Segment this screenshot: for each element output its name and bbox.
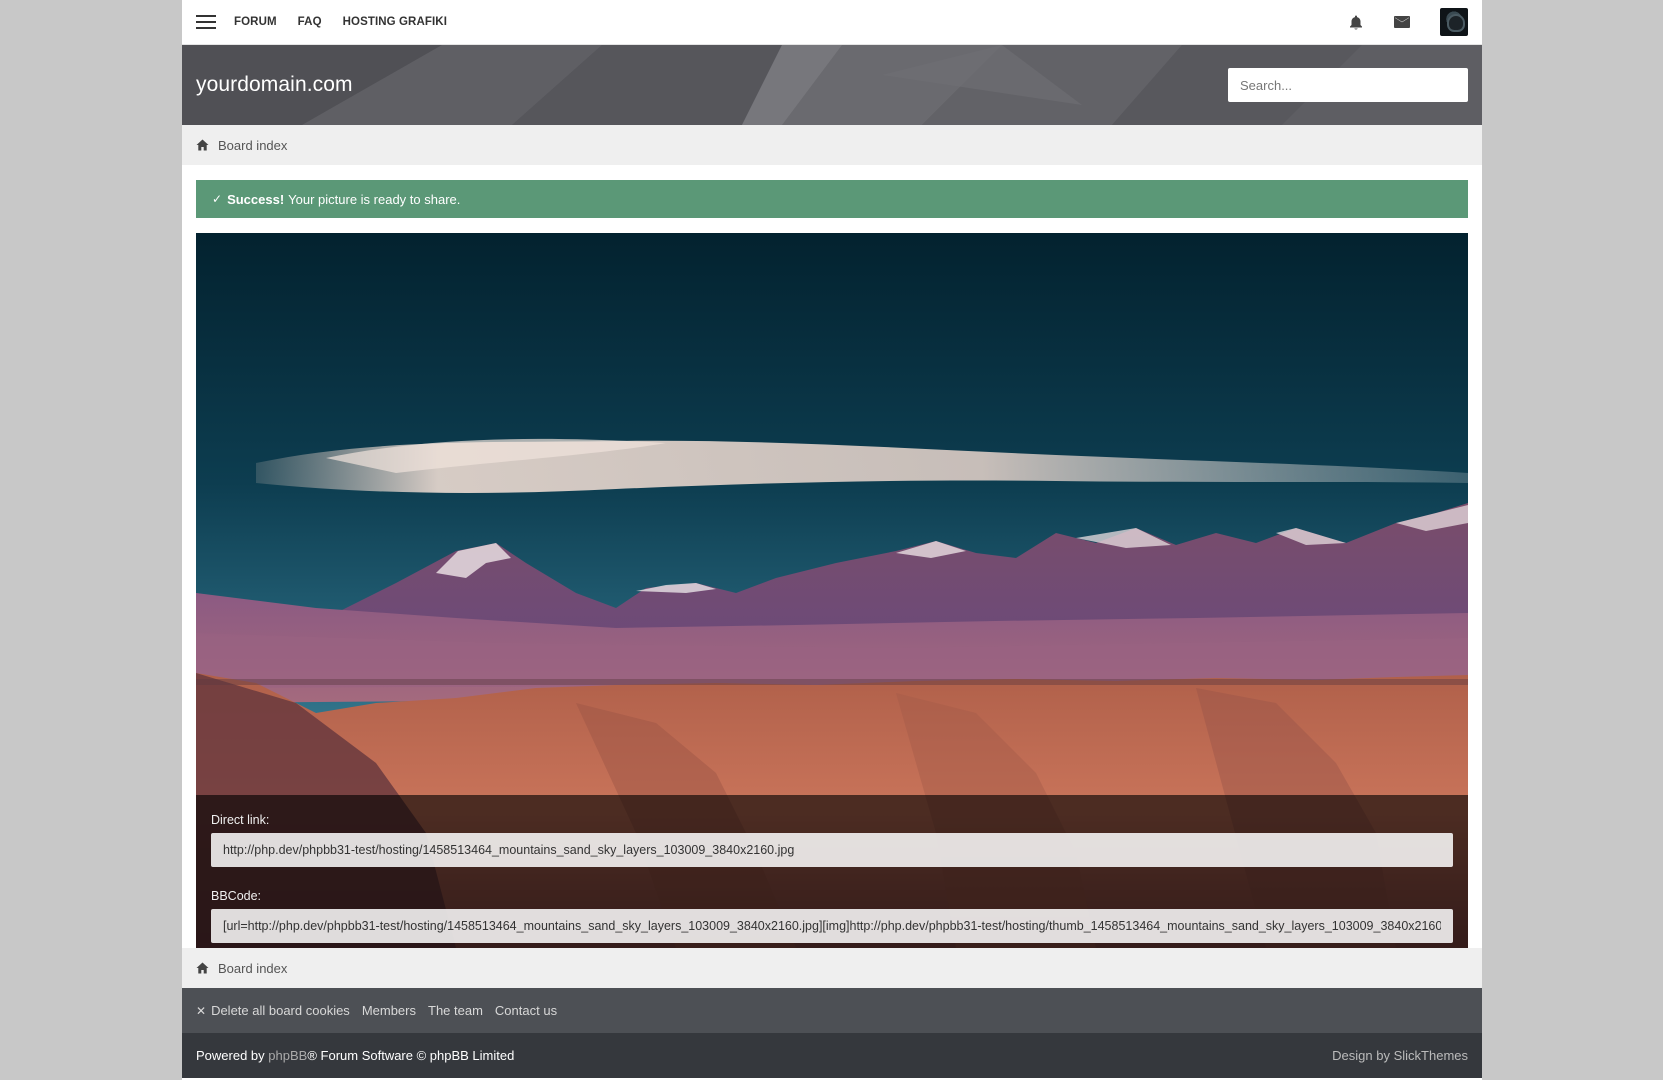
share-links-panel: Direct link: BBCode: bbox=[196, 795, 1468, 948]
nav-right bbox=[1348, 8, 1468, 36]
search-input[interactable] bbox=[1228, 68, 1468, 102]
site-title[interactable]: yourdomain.com bbox=[196, 73, 353, 97]
delete-cookies-label: Delete all board cookies bbox=[211, 1003, 350, 1018]
nav-hosting-grafiki[interactable]: HOSTING GRAFIKI bbox=[343, 16, 447, 28]
the-team-link[interactable]: The team bbox=[428, 1003, 483, 1018]
page-wrapper: FORUM FAQ HOSTING GRAFIKI yourdomain.com… bbox=[182, 0, 1482, 1080]
success-alert: ✓ Success! Your picture is ready to shar… bbox=[196, 180, 1468, 218]
menu-icon[interactable] bbox=[196, 15, 216, 29]
envelope-icon[interactable] bbox=[1394, 14, 1410, 30]
nav-forum[interactable]: FORUM bbox=[234, 16, 277, 28]
breadcrumb-board-index[interactable]: Board index bbox=[218, 138, 287, 153]
alert-message: Your picture is ready to share. bbox=[288, 191, 461, 207]
home-icon bbox=[196, 961, 210, 975]
uploaded-image-panel: Direct link: BBCode: bbox=[196, 233, 1468, 948]
design-credit[interactable]: Design by SlickThemes bbox=[1332, 1048, 1468, 1063]
members-link[interactable]: Members bbox=[362, 1003, 416, 1018]
site-header: yourdomain.com bbox=[182, 45, 1482, 125]
check-icon: ✓ bbox=[212, 192, 223, 206]
delete-cookies-link[interactable]: ✕ Delete all board cookies bbox=[196, 1003, 350, 1018]
powered-by-suffix: ® Forum Software © phpBB Limited bbox=[307, 1048, 515, 1063]
direct-link-label: Direct link: bbox=[211, 813, 270, 827]
top-navbar: FORUM FAQ HOSTING GRAFIKI bbox=[182, 0, 1482, 45]
footer-links: ✕ Delete all board cookies Members The te… bbox=[182, 988, 1482, 1033]
alert-title: Success! bbox=[227, 191, 285, 207]
bell-icon[interactable] bbox=[1348, 14, 1364, 30]
breadcrumb-board-index-bottom[interactable]: Board index bbox=[218, 961, 287, 976]
nav-faq[interactable]: FAQ bbox=[298, 16, 322, 28]
footer-copyright: Powered by phpBB ® Forum Software © phpBB… bbox=[182, 1033, 1482, 1078]
avatar[interactable] bbox=[1440, 8, 1468, 36]
bbcode-label: BBCode: bbox=[211, 889, 262, 903]
direct-link-field[interactable] bbox=[211, 833, 1453, 867]
close-icon: ✕ bbox=[196, 1004, 207, 1018]
breadcrumb: Board index bbox=[182, 125, 1482, 165]
breadcrumb-bottom: Board index bbox=[182, 948, 1482, 988]
main-content: ✓ Success! Your picture is ready to shar… bbox=[182, 165, 1482, 948]
bbcode-field[interactable] bbox=[211, 909, 1453, 943]
powered-by-prefix: Powered by bbox=[196, 1048, 265, 1063]
home-icon bbox=[196, 138, 210, 152]
phpbb-link[interactable]: phpBB bbox=[268, 1048, 307, 1063]
contact-us-link[interactable]: Contact us bbox=[495, 1003, 557, 1018]
